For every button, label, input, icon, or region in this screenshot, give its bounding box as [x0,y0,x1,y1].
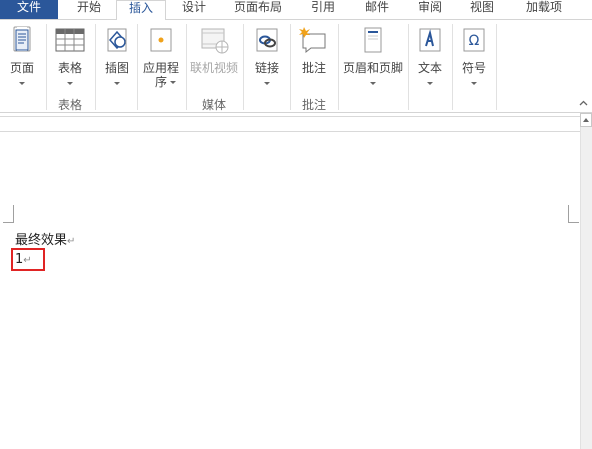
group-label-media: 媒体 [201,98,226,112]
chevron-down-icon [114,82,120,85]
tab-addins[interactable]: 加载项 [514,0,574,19]
pages-label: 页面 [9,61,34,75]
scroll-up-button[interactable] [580,113,592,127]
text-label: 文本 [417,61,442,75]
omega-icon: Ω [463,28,485,52]
table-button[interactable]: 表格 [50,22,90,94]
chevron-down-icon [264,82,270,85]
tab-references[interactable]: 引用 [298,0,348,19]
video-icon [201,28,229,54]
links-label: 链接 [254,61,279,75]
pages-button[interactable]: 页面 [2,22,42,94]
table-label: 表格 [57,61,82,75]
apps-icon [150,28,172,52]
apps-label-line2: 序 [154,75,167,89]
online-video-button[interactable]: 联机视频 [188,22,240,94]
paragraph-mark: ↵ [67,236,76,247]
ruler-top-line [0,116,580,117]
group-divider [408,24,409,110]
tab-file[interactable]: 文件 [0,0,58,19]
text-box-icon [419,28,441,52]
ruler-bottom-line [0,131,580,132]
chevron-down-icon [67,82,73,85]
document-paragraph-1[interactable]: 最终效果↵ [15,229,75,248]
group-divider [137,24,138,110]
tab-mailings[interactable]: 邮件 [352,0,402,19]
illustrations-button[interactable]: 插图 [98,22,136,94]
tab-review[interactable]: 审阅 [406,0,454,19]
svg-text:Ω: Ω [469,33,480,49]
group-label-comments: 批注 [301,98,326,112]
crop-mark-left [13,205,14,223]
chevron-down-icon [19,82,25,85]
new-comment-icon [299,27,326,54]
apps-label-line1: 应用程 [142,61,179,75]
crop-mark-right [568,222,579,223]
apps-label: 应用程 序 [140,61,182,89]
group-divider [243,24,244,110]
group-divider [496,24,497,110]
chevron-up-icon [583,118,589,122]
group-label-tables: 表格 [57,98,82,112]
group-divider [95,24,96,110]
table-icon [55,28,85,52]
online-video-label: 联机视频 [189,61,238,75]
illustrations-label: 插图 [104,61,129,75]
comment-label: 批注 [301,61,326,75]
crop-mark-right [568,205,569,223]
vertical-scrollbar[interactable] [580,113,592,449]
ribbon-tab-bar: 文件 开始 插入 设计 页面布局 引用 邮件 审阅 视图 加载项 [0,0,592,20]
chevron-down-icon [471,82,477,85]
apps-button[interactable]: 应用程 序 [140,22,182,94]
tab-view[interactable]: 视图 [458,0,506,19]
page-icon [13,26,31,52]
word-window: 文件 开始 插入 设计 页面布局 引用 邮件 审阅 视图 加载项 页面 表格 表… [0,0,592,449]
link-icon [256,28,278,52]
shapes-icon [107,28,127,52]
tab-page-layout[interactable]: 页面布局 [226,0,290,19]
symbols-button[interactable]: Ω 符号 [455,22,493,94]
tab-design[interactable]: 设计 [170,0,218,19]
tab-insert[interactable]: 插入 [116,0,166,20]
group-divider [452,24,453,110]
symbols-label: 符号 [461,61,486,75]
header-footer-label: 页眉和页脚 [342,61,403,75]
group-divider [338,24,339,110]
highlight-box [11,248,45,271]
crop-mark-left [3,222,14,223]
paragraph-1-text: 最终效果 [15,233,68,248]
header-footer-button[interactable]: 页眉和页脚 [340,22,406,94]
chevron-down-icon [170,81,176,84]
collapse-ribbon-icon[interactable] [579,99,588,108]
chevron-down-icon [427,82,433,85]
chevron-down-icon [370,82,376,85]
ribbon-insert: 页面 表格 表格 插图 应用程 序 联机视频 媒体 链接 批注 批注 页眉和页脚… [0,19,592,113]
links-button[interactable]: 链接 [247,22,287,94]
text-button[interactable]: 文本 [411,22,449,94]
tab-home[interactable]: 开始 [64,0,114,19]
header-footer-icon [364,27,382,53]
comment-button[interactable]: 批注 [294,22,334,94]
